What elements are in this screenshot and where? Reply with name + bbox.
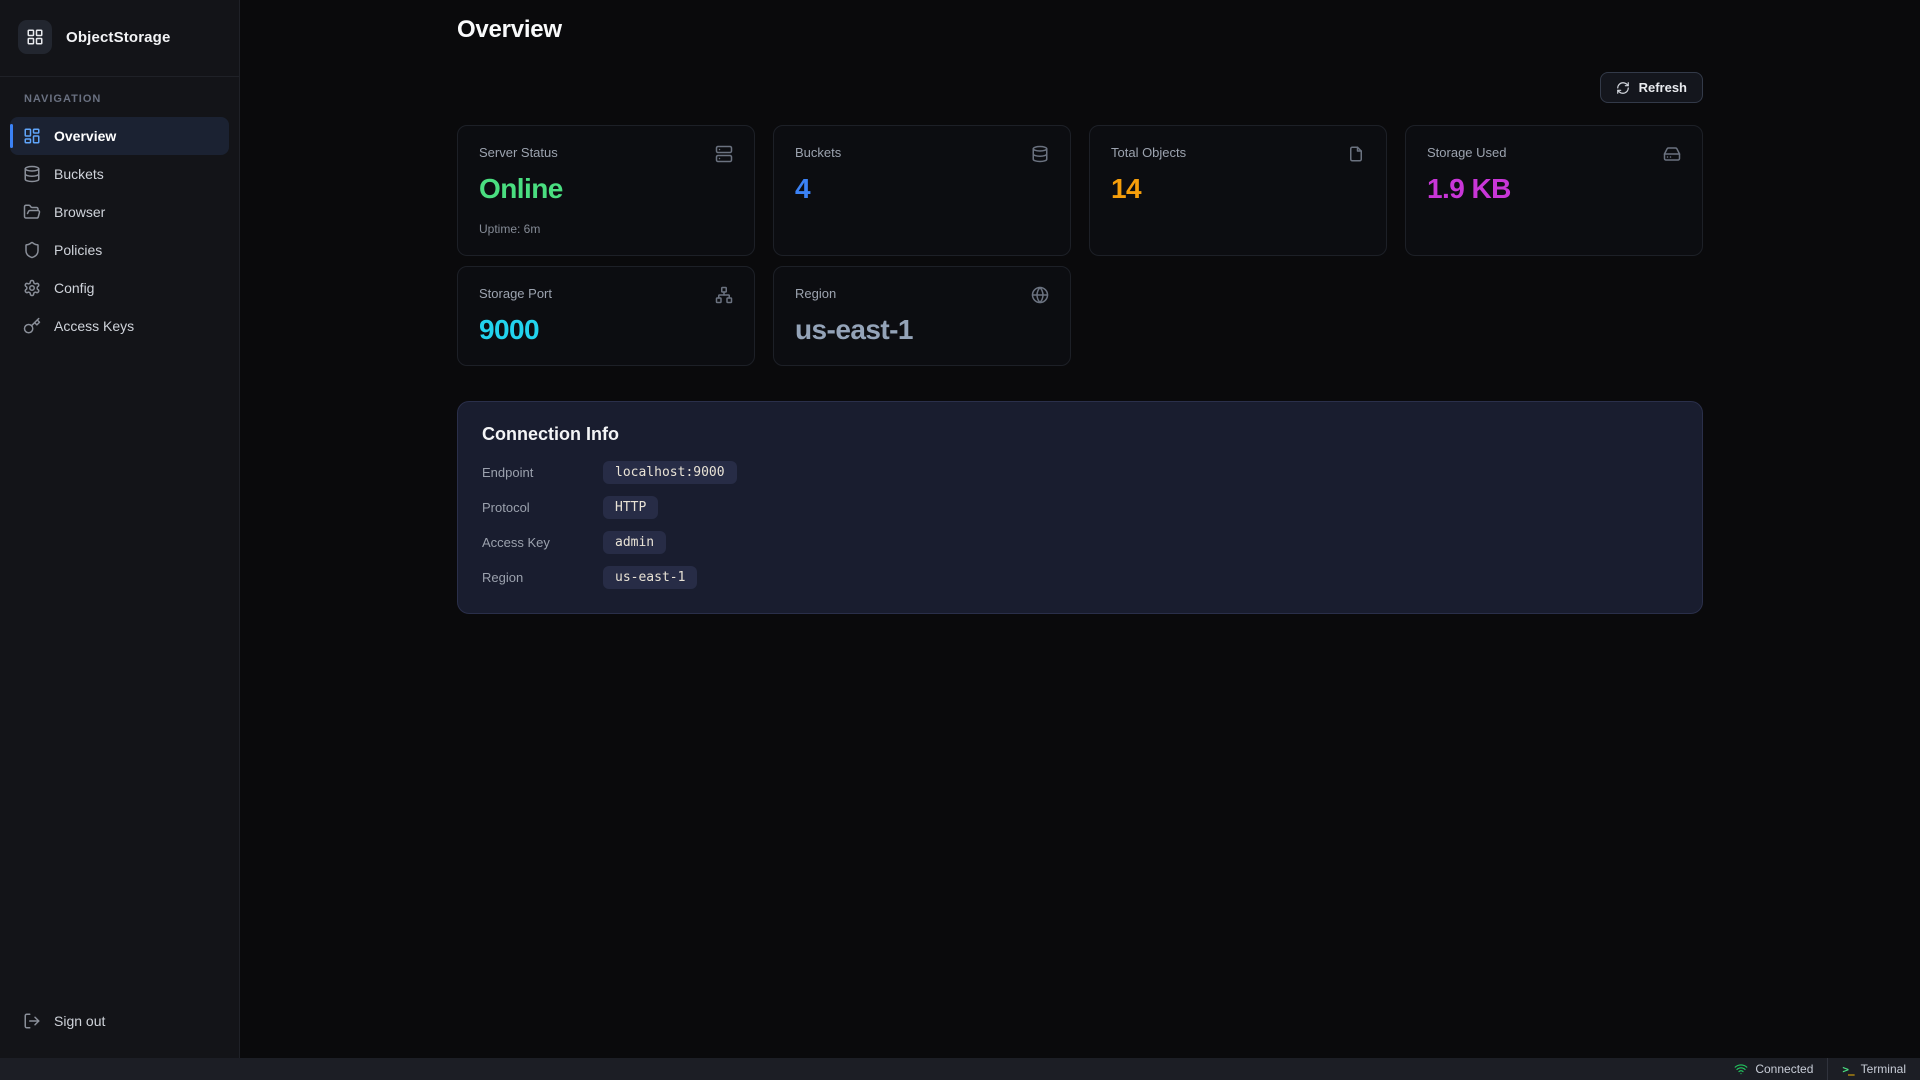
grid-logo-icon <box>26 28 44 46</box>
database-icon <box>1031 145 1049 163</box>
refresh-icon <box>1616 81 1630 95</box>
stat-label: Storage Port <box>479 286 552 301</box>
app-logo <box>18 20 52 54</box>
sidebar-item-label: Policies <box>54 242 102 258</box>
stat-value: Online <box>479 173 733 205</box>
sidebar-item-config[interactable]: Config <box>10 269 229 307</box>
terminal-label: Terminal <box>1861 1062 1906 1076</box>
sidebar-item-label: Config <box>54 280 94 296</box>
database-icon <box>23 165 41 183</box>
connection-row-region: Region us-east-1 <box>482 566 1678 589</box>
sidebar-item-label: Browser <box>54 204 105 220</box>
connection-status-label: Connected <box>1755 1062 1813 1076</box>
app-title: ObjectStorage <box>66 29 170 46</box>
dashboard-grid-icon <box>23 127 41 145</box>
connection-status: Connected <box>1720 1058 1827 1080</box>
app-logo-row: ObjectStorage <box>0 0 239 76</box>
stat-card-storage-used: Storage Used 1.9 KB <box>1405 125 1703 256</box>
sidebar-item-buckets[interactable]: Buckets <box>10 155 229 193</box>
key-icon <box>23 317 41 335</box>
stat-card-storage-port: Storage Port 9000 <box>457 266 755 366</box>
sidebar-nav: NAVIGATION Overview Buckets Browser Poli… <box>0 77 239 345</box>
toolbar: Refresh <box>457 72 1703 103</box>
stat-subtext: Uptime: 6m <box>479 222 733 236</box>
connection-row-access-key: Access Key admin <box>482 531 1678 554</box>
connection-row-protocol: Protocol HTTP <box>482 496 1678 519</box>
hard-drive-icon <box>1663 145 1681 163</box>
sidebar-item-label: Overview <box>54 128 116 144</box>
stat-label: Region <box>795 286 836 301</box>
sidebar-item-browser[interactable]: Browser <box>10 193 229 231</box>
log-out-icon <box>23 1012 41 1030</box>
gear-icon <box>23 279 41 297</box>
connection-value: admin <box>603 531 666 554</box>
connection-value: localhost:9000 <box>603 461 737 484</box>
sign-out-button[interactable]: Sign out <box>10 1002 229 1040</box>
connection-label: Access Key <box>482 535 603 550</box>
globe-icon <box>1031 286 1049 304</box>
server-icon <box>715 145 733 163</box>
stat-value: 1.9 KB <box>1427 173 1681 205</box>
sidebar-item-overview[interactable]: Overview <box>10 117 229 155</box>
stat-label: Buckets <box>795 145 841 160</box>
shield-icon <box>23 241 41 259</box>
connection-label: Endpoint <box>482 465 603 480</box>
stat-card-total-objects: Total Objects 14 <box>1089 125 1387 256</box>
terminal-toggle[interactable]: >_ Terminal <box>1827 1058 1920 1080</box>
file-icon <box>1347 145 1365 163</box>
stat-value: us-east-1 <box>795 314 1049 346</box>
connection-label: Protocol <box>482 500 603 515</box>
refresh-button[interactable]: Refresh <box>1600 72 1703 103</box>
stat-value: 4 <box>795 173 1049 205</box>
stat-card-buckets: Buckets 4 <box>773 125 1071 256</box>
connection-value: HTTP <box>603 496 658 519</box>
sidebar-item-label: Buckets <box>54 166 104 182</box>
stat-label: Storage Used <box>1427 145 1507 160</box>
network-icon <box>715 286 733 304</box>
stat-cards: Server Status Online Uptime: 6m Buckets … <box>457 125 1703 366</box>
folder-open-icon <box>23 203 41 221</box>
terminal-prompt-icon: >_ <box>1842 1063 1853 1076</box>
stat-label: Total Objects <box>1111 145 1186 160</box>
nav-section-label: NAVIGATION <box>10 93 229 105</box>
connection-row-endpoint: Endpoint localhost:9000 <box>482 461 1678 484</box>
refresh-label: Refresh <box>1639 80 1687 95</box>
stat-card-region: Region us-east-1 <box>773 266 1071 366</box>
wifi-icon <box>1734 1062 1748 1076</box>
stat-card-server-status: Server Status Online Uptime: 6m <box>457 125 755 256</box>
status-bar: Connected >_ Terminal <box>0 1058 1920 1080</box>
connection-info-title: Connection Info <box>482 424 1678 445</box>
main-content: Overview Refresh Server Status Online U <box>240 0 1920 1058</box>
connection-label: Region <box>482 570 603 585</box>
connection-info-panel: Connection Info Endpoint localhost:9000 … <box>457 401 1703 614</box>
sidebar-footer: Sign out <box>0 988 239 1058</box>
stat-value: 9000 <box>479 314 733 346</box>
stat-label: Server Status <box>479 145 558 160</box>
sidebar: ObjectStorage NAVIGATION Overview Bucket… <box>0 0 240 1058</box>
sidebar-item-label: Access Keys <box>54 318 134 334</box>
sidebar-item-policies[interactable]: Policies <box>10 231 229 269</box>
sign-out-label: Sign out <box>54 1013 105 1029</box>
connection-value: us-east-1 <box>603 566 697 589</box>
page-title: Overview <box>457 16 1703 44</box>
sidebar-item-access-keys[interactable]: Access Keys <box>10 307 229 345</box>
stat-value: 14 <box>1111 173 1365 205</box>
